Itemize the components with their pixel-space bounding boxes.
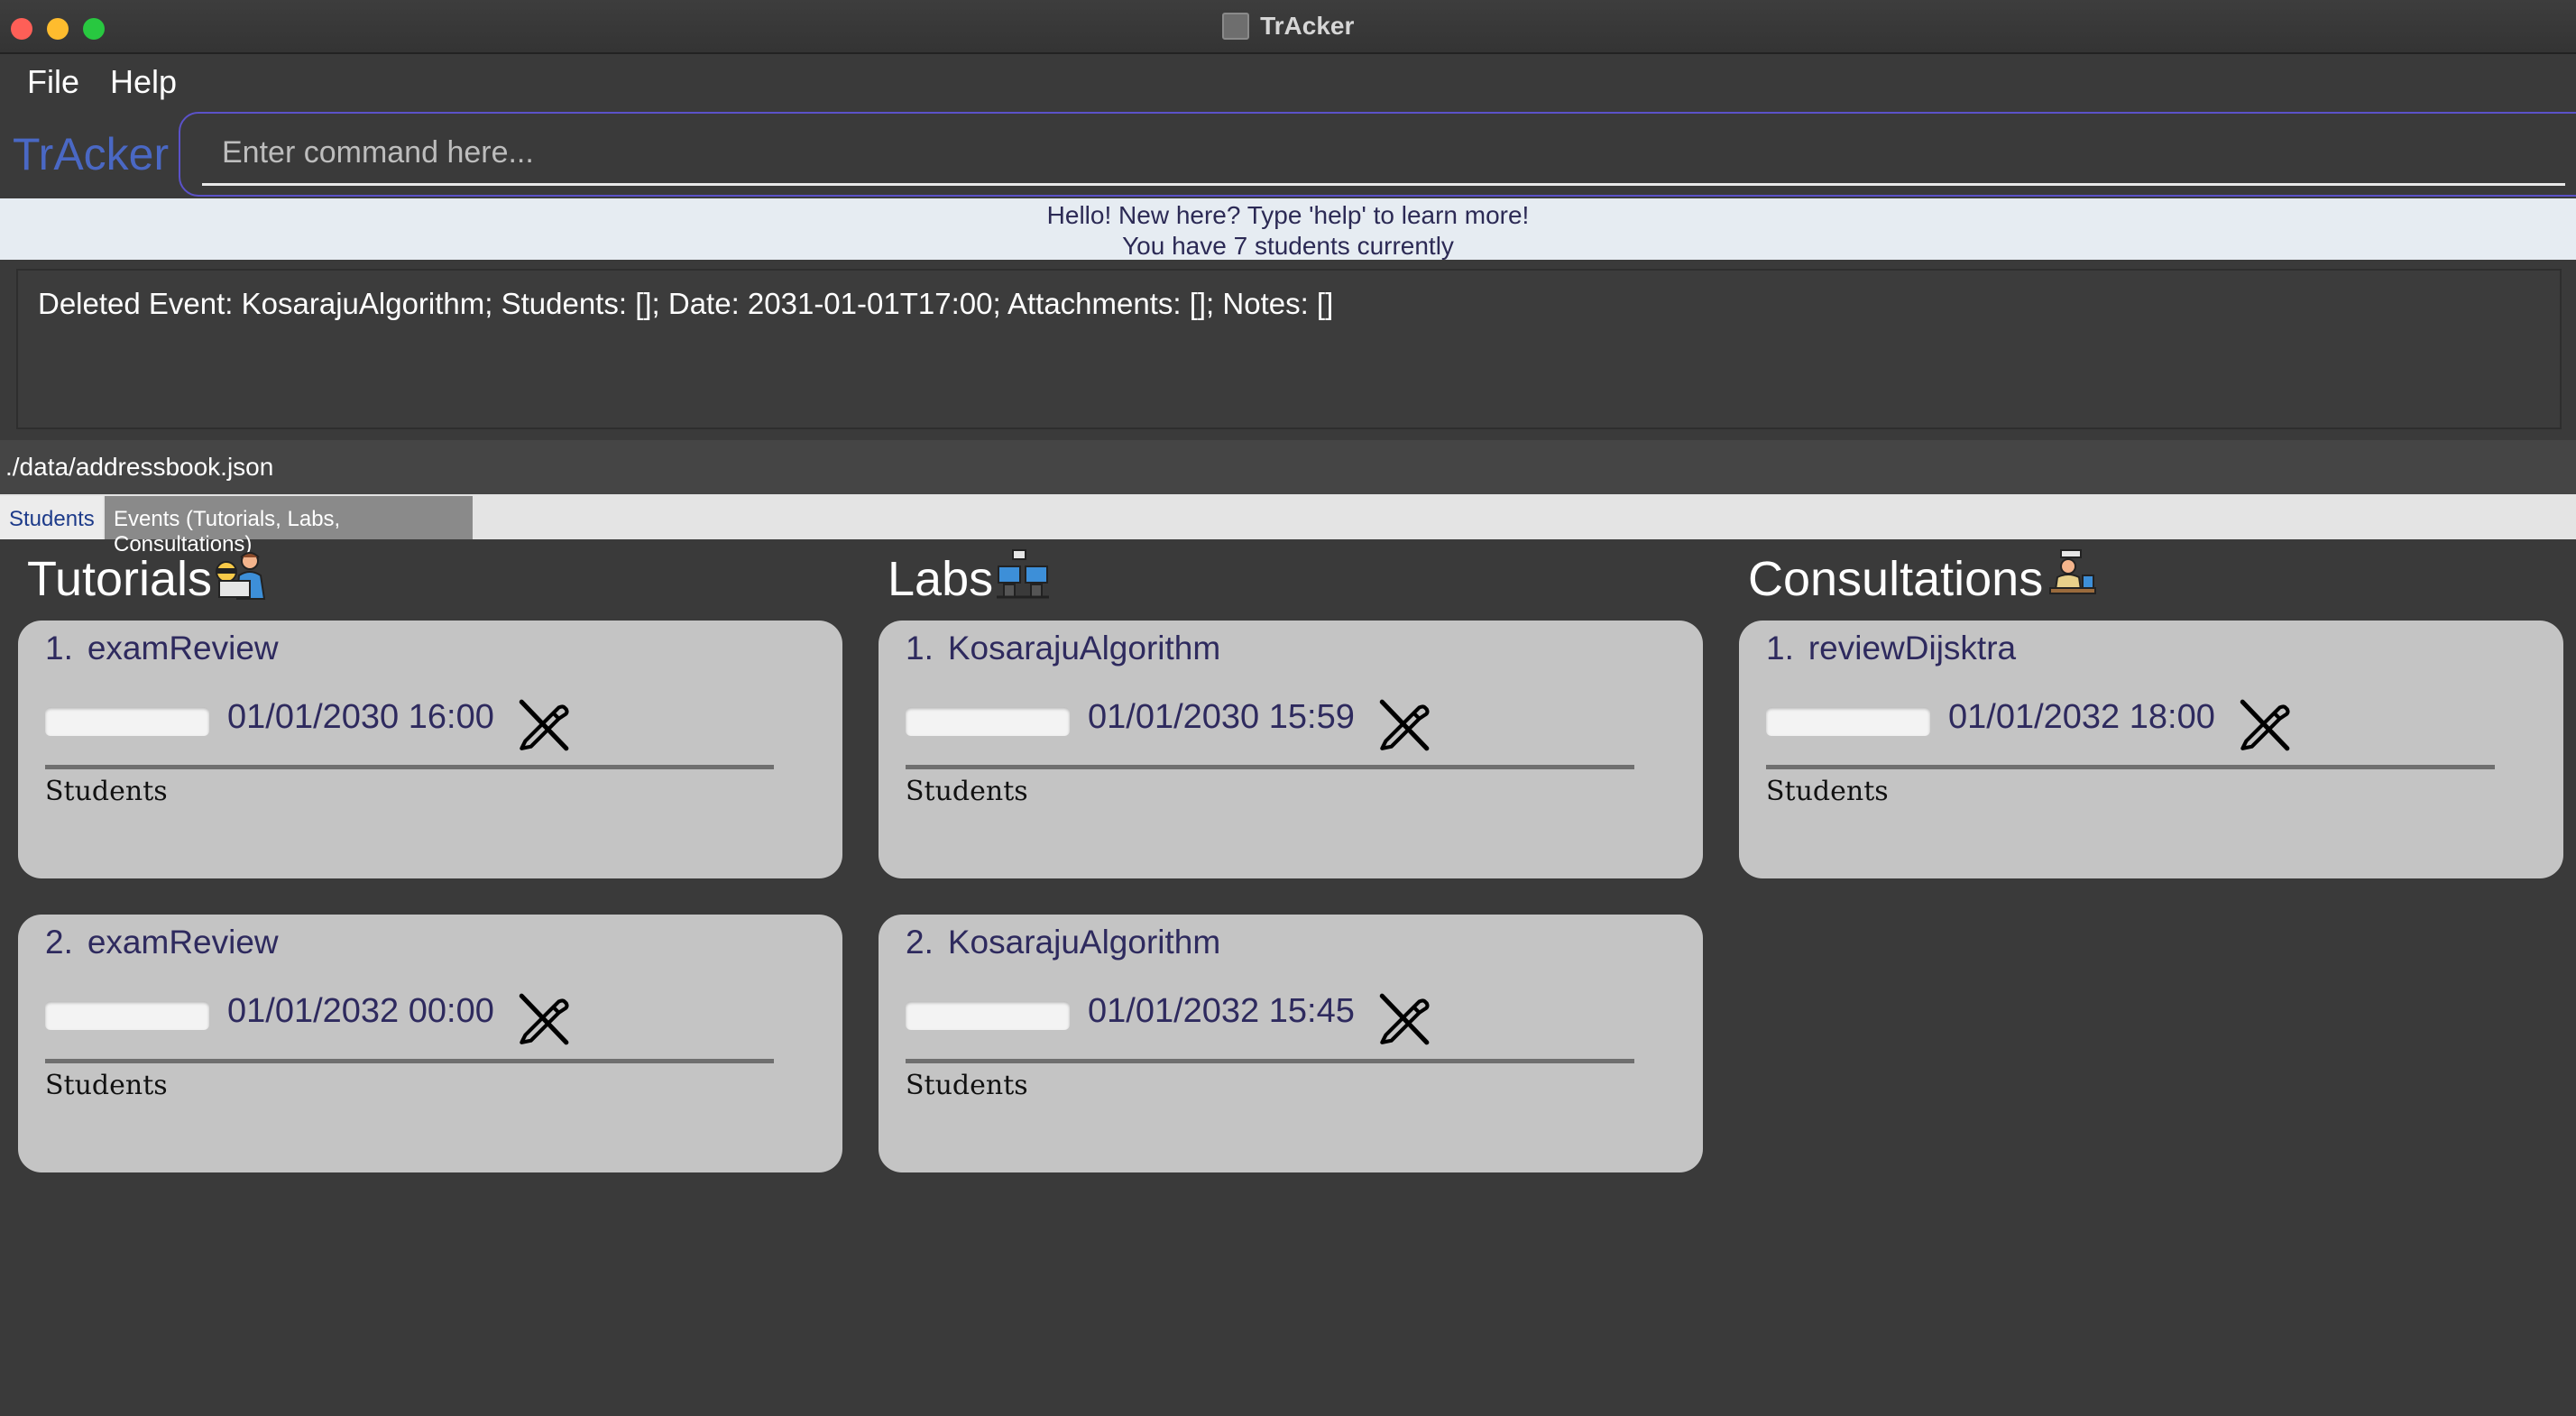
card-divider — [1766, 765, 2495, 769]
event-title: 1. examReview — [45, 630, 279, 667]
event-card[interactable]: 1. KosarajuAlgorithm 01/01/2030 15:59 Stude… — [879, 621, 1703, 878]
event-tag-pill — [1766, 707, 1930, 736]
brand-label: TrAcker — [13, 129, 170, 179]
event-name: examReview — [87, 924, 279, 961]
save-path-status: ./data/addressbook.json — [0, 440, 2576, 494]
window-title-group: TrAcker — [0, 12, 2576, 41]
event-card[interactable]: 2. KosarajuAlgorithm 01/01/2032 15:45 Stude… — [879, 915, 1703, 1172]
event-title: 2. examReview — [45, 924, 279, 961]
consultations-heading-label: Consultations — [1748, 552, 2044, 606]
event-name: reviewDijsktra — [1808, 630, 2017, 667]
app-window: TrAcker File Help TrAcker Hello! New her… — [0, 0, 2576, 1416]
event-tag-pill — [45, 1001, 209, 1030]
card-divider — [45, 765, 774, 769]
welcome-line-1: Hello! New here? Type 'help' to learn mo… — [1046, 201, 1530, 229]
event-index: 1. — [1766, 630, 1794, 667]
event-date: 01/01/2032 00:00 — [227, 992, 494, 1030]
consultations-heading: Consultations — [1748, 548, 2101, 607]
consultation-desk-icon — [2049, 549, 2097, 594]
edit-disabled-icon[interactable] — [2233, 694, 2293, 754]
command-input[interactable] — [202, 123, 2565, 186]
edit-disabled-icon[interactable] — [1373, 694, 1432, 754]
edit-disabled-icon[interactable] — [512, 988, 572, 1048]
menu-bar: File Help — [0, 56, 2576, 110]
event-tag-pill — [906, 1001, 1070, 1030]
card-divider — [906, 765, 1634, 769]
labs-heading: Labs — [888, 548, 1051, 607]
event-date: 01/01/2032 18:00 — [1948, 698, 2215, 736]
title-bar: TrAcker — [0, 0, 2576, 54]
student-count-line: You have 7 students currently — [1122, 232, 1454, 260]
command-box — [179, 112, 2576, 197]
tab-events[interactable]: Events (Tutorials, Labs, Consultations) — [105, 496, 473, 556]
event-tag-pill — [906, 707, 1070, 736]
event-students-label: Students — [45, 776, 168, 807]
event-students-label: Students — [906, 1070, 1028, 1101]
tutorials-heading: Tutorials — [27, 548, 270, 607]
event-title: 1. KosarajuAlgorithm — [906, 630, 1220, 667]
event-name: examReview — [87, 630, 279, 667]
event-date: 01/01/2030 16:00 — [227, 698, 494, 736]
tutorials-heading-label: Tutorials — [27, 552, 213, 606]
event-students-label: Students — [45, 1070, 168, 1101]
app-icon — [1221, 13, 1249, 40]
event-students-label: Students — [906, 776, 1028, 807]
event-title: 2. KosarajuAlgorithm — [906, 924, 1220, 961]
labs-heading-label: Labs — [888, 552, 994, 606]
card-divider — [906, 1059, 1634, 1063]
edit-disabled-icon[interactable] — [1373, 988, 1432, 1048]
event-date: 01/01/2032 15:45 — [1088, 992, 1355, 1030]
tutor-with-laptop-icon — [216, 552, 266, 600]
event-tag-pill — [45, 707, 209, 736]
event-card[interactable]: 1. reviewDijsktra 01/01/2032 18:00 Students — [1739, 621, 2563, 878]
event-date: 01/01/2030 15:59 — [1088, 698, 1355, 736]
event-index: 1. — [906, 630, 934, 667]
welcome-banner: Hello! New here? Type 'help' to learn mo… — [0, 198, 2576, 260]
lab-computers-icon — [997, 549, 1050, 599]
edit-disabled-icon[interactable] — [512, 694, 572, 754]
card-divider — [45, 1059, 774, 1063]
tab-students[interactable]: Students — [0, 496, 103, 539]
tab-strip: Students Events (Tutorials, Labs, Consul… — [0, 494, 2576, 556]
event-name: KosarajuAlgorithm — [947, 630, 1221, 667]
event-card[interactable]: 1. examReview 01/01/2030 16:00 Students — [18, 621, 842, 878]
event-students-label: Students — [1766, 776, 1889, 807]
menu-help[interactable]: Help — [110, 63, 177, 101]
event-index: 2. — [45, 924, 73, 961]
event-index: 2. — [906, 924, 934, 961]
event-title: 1. reviewDijsktra — [1766, 630, 2016, 667]
result-display: Deleted Event: KosarajuAlgorithm; Studen… — [16, 269, 2562, 429]
event-index: 1. — [45, 630, 73, 667]
window-title: TrAcker — [1260, 12, 1355, 40]
event-card[interactable]: 2. examReview 01/01/2032 00:00 Students — [18, 915, 842, 1172]
event-name: KosarajuAlgorithm — [947, 924, 1221, 961]
menu-file[interactable]: File — [27, 63, 79, 101]
